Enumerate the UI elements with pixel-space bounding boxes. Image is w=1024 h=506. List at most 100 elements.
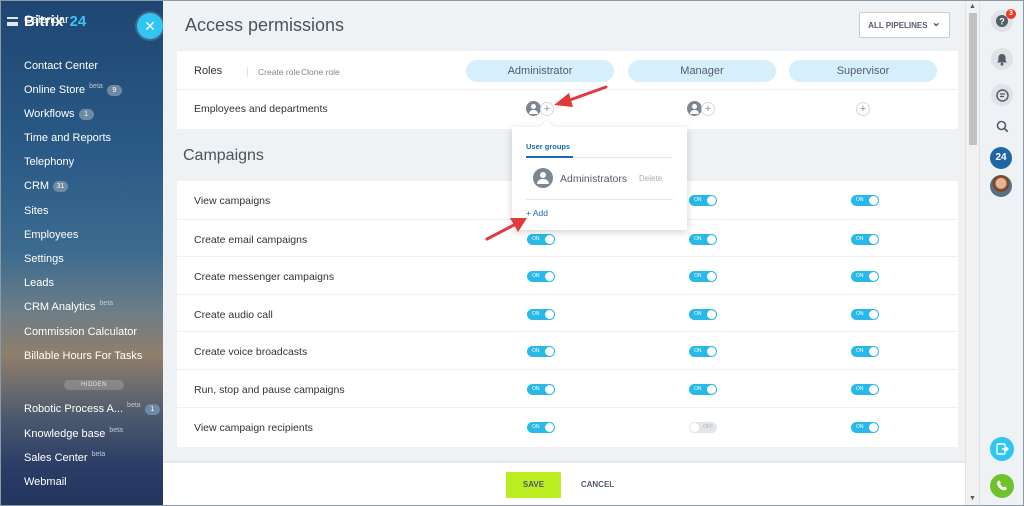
sidebar-item-label: CRM [24,180,50,192]
sidebar-item[interactable]: CRM Analytics beta [24,300,113,314]
permission-toggle[interactable]: ON [689,195,717,206]
permission-toggle[interactable]: ON [527,308,555,320]
scroll-down-icon[interactable]: ▼ [969,495,976,502]
sidebar-item-label: Workflows [24,108,75,120]
footer-bar: SAVE CANCEL [163,463,965,505]
toggle-state-text: ON [532,310,540,317]
sidebar-item[interactable]: Contact Center [24,60,98,72]
permission-toggle[interactable]: ON [689,308,717,320]
add-member-button-manager[interactable]: + [701,102,715,116]
share-button[interactable] [990,437,1014,461]
permission-toggle[interactable]: ON [527,271,555,283]
permission-toggle[interactable]: ON [851,421,879,433]
permission-toggle[interactable]: ON [851,233,879,245]
permission-toggle[interactable]: ON [851,195,879,206]
user-group-icon[interactable] [526,101,541,116]
sidebar-item[interactable]: Online Store beta 9 [24,83,122,96]
scrollbar-thumb[interactable] [969,13,977,145]
hamburger-menu-icon[interactable] [7,17,18,26]
toggle-knob [545,234,554,244]
sidebar-item[interactable]: Sites [24,205,48,217]
permission-toggle[interactable]: ON [689,271,717,283]
sidebar-item-label: Time and Reports [24,132,112,144]
permission-toggle[interactable]: ON [689,233,717,245]
close-icon[interactable]: ✕ [137,13,163,39]
delete-group-link[interactable]: Delete [639,174,662,183]
toggle-knob [707,234,716,244]
role-supervisor[interactable]: Supervisor [789,60,937,82]
sidebar-item[interactable]: Workflows 1 [24,108,94,120]
create-role-link[interactable]: Create role [247,67,300,77]
user-group-icon[interactable] [687,101,702,116]
sidebar-item[interactable]: Time and Reports [24,132,111,144]
toggle-state-text: OFF [703,423,713,430]
scroll-up-icon[interactable]: ▲ [969,3,976,10]
toggle-knob [545,385,554,394]
right-rail: ? 3 24 [979,1,1023,505]
main-content: Access permissions ALL PIPELINES ⌄ Roles… [163,1,965,505]
sidebar-item[interactable]: Employees [24,229,78,241]
chevron-down-icon: ⌄ [931,16,941,29]
brand-number: 24 [69,13,87,30]
save-button[interactable]: SAVE [506,472,561,498]
sidebar-item-label: CRM Analytics [24,301,96,313]
permission-row: Create messenger campaigns ON ON ON [177,256,958,294]
sidebar-item[interactable]: Knowledge base beta [24,427,123,441]
scrollbar[interactable]: ▲ ▼ [965,1,979,505]
all-pipelines-dropdown[interactable]: ALL PIPELINES ⌄ [859,12,950,38]
sidebar-item[interactable]: Calendar [24,14,69,26]
permission-toggle[interactable]: ON [527,421,555,433]
sidebar-item-label: Robotic Process A... [24,403,124,415]
permission-toggle[interactable]: ON [527,384,555,395]
sidebar-item-label: Settings [24,253,64,265]
chat-icon [995,88,1009,102]
cancel-button[interactable]: CANCEL [575,472,620,498]
toggle-state-text: ON [694,197,702,203]
roles-card: Roles Create role Clone role Administrat… [177,51,958,129]
sidebar-item[interactable]: Webmail [24,476,67,488]
sidebar-item[interactable]: Robotic Process A... beta 1 [24,402,160,415]
phone-button[interactable] [990,474,1014,498]
tab-user-groups[interactable]: User groups [526,142,570,151]
sidebar-item[interactable]: Commission Calculator [24,326,137,338]
avatar[interactable] [990,175,1012,197]
section-title: Campaigns [183,147,264,164]
sidebar-item[interactable]: Billable Hours For Tasks [24,350,142,362]
clone-role-link[interactable]: Clone role [301,67,340,77]
bitrix24-icon[interactable]: 24 [990,147,1012,169]
permission-row: Create voice broadcasts ON ON ON [177,331,958,369]
search-button[interactable] [991,115,1013,137]
permission-toggle[interactable]: ON [527,233,555,245]
search-icon [996,120,1008,132]
role-manager[interactable]: Manager [628,60,776,82]
notifications-button[interactable] [991,48,1013,70]
sidebar-item[interactable]: Settings [24,253,64,265]
permission-toggle[interactable]: ON [851,271,879,283]
messenger-button[interactable] [991,84,1013,106]
permission-toggle[interactable]: OFF [689,421,717,433]
permission-toggle[interactable]: ON [689,346,717,358]
permission-toggle[interactable]: ON [689,384,717,395]
hidden-items-toggle[interactable]: HIDDEN [64,380,124,390]
counter-badge: 9 [106,84,122,96]
sidebar-item-label: Knowledge base [24,428,106,440]
add-member-button-administrator[interactable]: + [540,102,554,116]
permission-label: Create voice broadcasts [194,346,308,359]
share-icon [996,443,1009,455]
sidebar-item[interactable]: Sales Center beta [24,451,105,465]
permission-toggle[interactable]: ON [851,384,879,395]
permission-toggle[interactable]: ON [851,346,879,358]
role-administrator[interactable]: Administrator [466,60,614,82]
sidebar: Bitrix 24 Calendar Contact Center Online S… [1,1,163,505]
toggle-knob [869,272,878,282]
toggle-state-text: ON [532,348,540,355]
sidebar-item[interactable]: Telephony [24,156,74,168]
add-group-link[interactable]: + Add [526,208,548,218]
sidebar-item[interactable]: Leads [24,277,54,289]
permission-toggle[interactable]: ON [527,346,555,358]
toggle-state-text: ON [532,386,540,392]
sidebar-item[interactable]: CRM 31 [24,180,69,192]
permission-toggle[interactable]: ON [851,308,879,320]
toggle-knob [869,347,878,357]
add-member-button-supervisor[interactable]: + [856,102,870,116]
